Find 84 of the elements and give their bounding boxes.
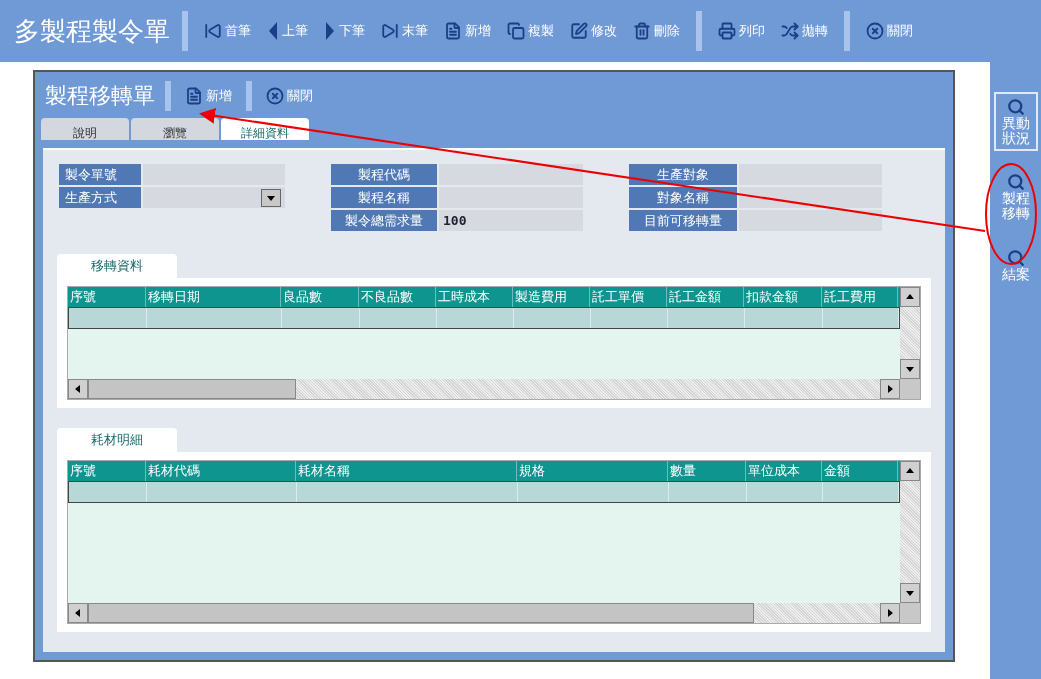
toolbar-button[interactable]: 修改 bbox=[566, 22, 621, 40]
section-tab[interactable]: 耗材明細 bbox=[57, 428, 177, 452]
scrollbar-corner bbox=[900, 603, 920, 623]
toolbar-button[interactable]: 關閉 bbox=[862, 22, 917, 40]
document-icon bbox=[444, 22, 462, 40]
tab[interactable]: 說明 bbox=[41, 118, 129, 140]
toolbar-button[interactable]: 下筆 bbox=[320, 22, 369, 40]
skip-back-icon bbox=[204, 22, 222, 40]
dialog-title: 製程移轉單 bbox=[45, 82, 155, 110]
toolbar-button[interactable]: 刪除 bbox=[629, 22, 684, 40]
printer-icon bbox=[718, 22, 736, 40]
tab[interactable]: 詳細資料 bbox=[221, 118, 309, 140]
toolbar-button[interactable]: 拋轉 bbox=[777, 22, 832, 40]
selected-row[interactable] bbox=[68, 481, 900, 503]
horizontal-scrollbar[interactable] bbox=[68, 603, 900, 623]
field-label: 製程代碼 bbox=[331, 164, 437, 185]
dropdown-button[interactable] bbox=[261, 188, 281, 207]
trash-icon bbox=[633, 22, 651, 40]
left-triangle-icon bbox=[73, 384, 83, 394]
section-tab[interactable]: 移轉資料 bbox=[57, 254, 177, 278]
dialog-button[interactable]: 新增 bbox=[181, 87, 236, 105]
field-label: 生產方式 bbox=[59, 187, 141, 208]
scroll-left-button[interactable] bbox=[68, 379, 88, 399]
input-field[interactable]: 100 bbox=[439, 210, 583, 231]
scroll-up-button[interactable] bbox=[900, 461, 920, 481]
left-triangle-icon bbox=[267, 22, 279, 40]
vertical-scrollbar[interactable] bbox=[900, 287, 920, 379]
scroll-down-button[interactable] bbox=[900, 583, 920, 603]
toolbar-button[interactable]: 首筆 bbox=[200, 22, 255, 40]
toolbar-button[interactable]: 複製 bbox=[503, 22, 558, 40]
down-triangle-icon bbox=[905, 588, 915, 598]
scroll-right-button[interactable] bbox=[880, 379, 900, 399]
scroll-left-button[interactable] bbox=[68, 603, 88, 623]
tab[interactable]: 瀏覽 bbox=[131, 118, 219, 140]
horizontal-scrollbar[interactable] bbox=[68, 379, 900, 399]
input-field[interactable] bbox=[739, 187, 882, 208]
app-title: 多製程製令單 bbox=[14, 14, 170, 48]
input-field[interactable] bbox=[739, 210, 882, 231]
scroll-down-button[interactable] bbox=[900, 359, 920, 379]
vertical-scrollbar[interactable] bbox=[900, 461, 920, 603]
close-icon bbox=[866, 22, 884, 40]
toolbar-separator bbox=[165, 81, 171, 111]
right-triangle-icon bbox=[885, 608, 895, 618]
input-field[interactable] bbox=[439, 164, 583, 185]
search-icon bbox=[1006, 173, 1025, 192]
skip-forward-icon bbox=[381, 22, 399, 40]
dialog-button[interactable]: 關閉 bbox=[262, 87, 317, 105]
field-label: 目前可移轉量 bbox=[629, 210, 737, 231]
toolbar-button[interactable]: 列印 bbox=[714, 22, 769, 40]
copy-icon bbox=[507, 22, 525, 40]
right-triangle-icon bbox=[885, 384, 895, 394]
sidebar-button[interactable]: 異動狀況 bbox=[993, 92, 1038, 152]
toolbar-separator bbox=[844, 11, 850, 51]
left-triangle-icon bbox=[73, 608, 83, 618]
edit-icon bbox=[570, 22, 588, 40]
shuffle-icon bbox=[781, 22, 799, 40]
search-icon bbox=[1006, 98, 1025, 116]
search-icon bbox=[1006, 248, 1025, 267]
field-label: 製令單號 bbox=[59, 164, 141, 185]
toolbar-button[interactable]: 上筆 bbox=[263, 22, 312, 40]
field-label: 製令總需求量 bbox=[331, 210, 437, 231]
scrollbar-thumb[interactable] bbox=[88, 379, 296, 399]
scrollbar-corner bbox=[900, 379, 920, 399]
field-label: 對象名稱 bbox=[629, 187, 737, 208]
field-label: 製程名稱 bbox=[331, 187, 437, 208]
toolbar-separator bbox=[246, 81, 252, 111]
right-triangle-icon bbox=[324, 22, 336, 40]
scrollbar-thumb[interactable] bbox=[88, 603, 754, 623]
up-triangle-icon bbox=[905, 466, 915, 476]
dropdown-field[interactable] bbox=[143, 187, 285, 208]
sidebar-button[interactable]: 製程移轉 bbox=[993, 167, 1038, 227]
up-triangle-icon bbox=[905, 292, 915, 302]
close-icon bbox=[266, 87, 284, 105]
scroll-up-button[interactable] bbox=[900, 287, 920, 307]
document-icon bbox=[185, 87, 203, 105]
selected-row[interactable] bbox=[68, 307, 900, 329]
field-label: 生產對象 bbox=[629, 164, 737, 185]
scroll-right-button[interactable] bbox=[880, 603, 900, 623]
toolbar-button[interactable]: 末筆 bbox=[377, 22, 432, 40]
down-triangle-icon bbox=[905, 364, 915, 374]
toolbar-separator bbox=[696, 11, 702, 51]
toolbar-separator bbox=[182, 11, 188, 51]
sidebar-button[interactable]: 結案 bbox=[993, 242, 1038, 288]
toolbar-button[interactable]: 新增 bbox=[440, 22, 495, 40]
